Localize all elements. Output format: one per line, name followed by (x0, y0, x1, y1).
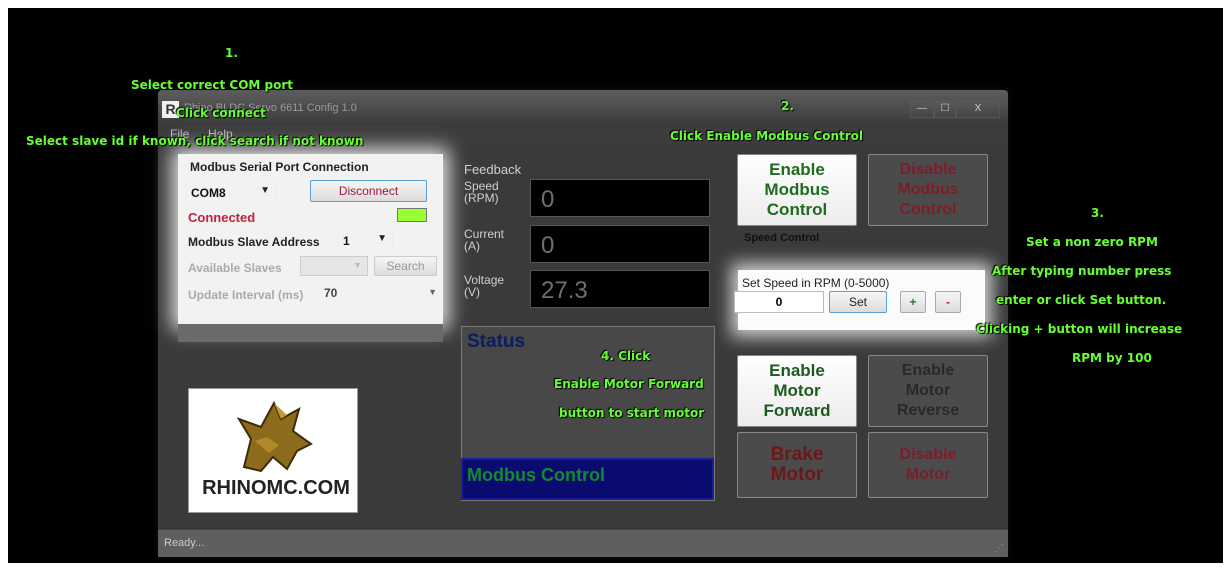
motor-forward-line2: Motor (773, 381, 821, 400)
logo-text: RHINOMC.COM (202, 477, 350, 499)
status-title: Status (467, 331, 526, 352)
annotation-step3-line5: RPM by 100 (1072, 351, 1152, 365)
current-display: 0 (530, 225, 710, 263)
enable-motor-reverse-button[interactable]: Enable Motor Reverse (868, 355, 988, 427)
annotation-step2-number: 2. (781, 99, 794, 113)
status-bar: Ready... ⋰ (158, 529, 1008, 557)
logo-box: RHINOMC.COM (188, 388, 358, 513)
speed-control-header: Speed Control (744, 232, 820, 244)
speed-display: 0 (530, 179, 710, 217)
motor-reverse-line3: Reverse (896, 402, 960, 419)
voltage-display: 27.3 (530, 270, 710, 308)
chevron-down-icon: ▼ (377, 233, 387, 244)
slave-address-select[interactable]: 1 ▼ (338, 231, 393, 251)
chevron-down-icon: ▼ (428, 287, 437, 297)
annotation-step3-line4: Clicking + button will increase (976, 322, 1183, 336)
disable-modbus-control-button[interactable]: Disable Modbus Control (868, 154, 988, 226)
maximize-button[interactable]: ☐ (934, 100, 956, 118)
set-label: Set (848, 295, 867, 309)
annotation-step2-line1: Click Enable Modbus Control (670, 129, 863, 143)
annotation-step1-line2: Click connect (176, 106, 266, 120)
com-port-value: COM8 (191, 186, 226, 200)
annotation-step1-line1: Select correct COM port (131, 78, 294, 92)
minimize-icon: — (917, 103, 927, 114)
voltage-label: Voltage (V) (464, 274, 504, 298)
brake-motor-line1: Brake (770, 444, 824, 465)
disable-motor-button[interactable]: Disable Motor (868, 432, 988, 498)
minimize-button[interactable]: — (910, 100, 934, 118)
disable-modbus-line3: Control (899, 201, 957, 218)
plus-button[interactable]: + (900, 291, 926, 313)
enable-motor-forward-button[interactable]: Enable Motor Forward (737, 355, 857, 427)
annotation-step1-line3: Select slave id if known, click search i… (26, 134, 364, 148)
annotation-step3-line3: enter or click Set button. (996, 293, 1167, 307)
connection-panel-footer (178, 324, 443, 342)
brake-motor-line2: Motor (770, 464, 824, 485)
enable-modbus-line1: Enable (769, 160, 825, 179)
search-label: Search (386, 259, 425, 273)
screenshot-background: R Rhino BLDC Servo 6611 Config 1.0 — ☐ X… (8, 8, 1223, 563)
enable-modbus-line3: Control (766, 200, 828, 219)
annotation-step3-number: 3. (1091, 206, 1104, 220)
status-bar-text: Ready... (164, 537, 205, 549)
enable-modbus-control-button[interactable]: Enable Modbus Control (737, 154, 857, 226)
disable-motor-line1: Disable (899, 446, 957, 463)
connection-status: Connected (188, 210, 256, 225)
motor-forward-line1: Enable (769, 361, 825, 380)
voltage-label-line2: (V) (464, 285, 480, 299)
disable-modbus-line1: Disable (899, 161, 957, 178)
rhino-icon (236, 400, 313, 473)
minus-label: - (946, 295, 950, 309)
brake-motor-button[interactable]: Brake Motor (737, 432, 857, 498)
close-icon: X (974, 103, 982, 114)
available-slaves-select[interactable]: ▼ (300, 256, 368, 276)
speed-input[interactable]: 0 (734, 291, 824, 313)
motor-reverse-line1: Enable (901, 362, 955, 379)
feedback-header: Feedback (464, 162, 522, 177)
update-interval-select[interactable]: 70 ▼ (318, 284, 440, 304)
annotation-step3-line2: After typing number press (992, 264, 1172, 278)
disable-modbus-line2: Modbus (897, 181, 959, 198)
speed-label: Speed (RPM) (464, 180, 499, 204)
close-button[interactable]: X (956, 100, 1000, 118)
motor-reverse-line2: Motor (905, 382, 951, 399)
control-mode-label: Modbus Control (461, 458, 714, 500)
connection-indicator (397, 208, 427, 222)
motor-forward-line3: Forward (763, 401, 831, 420)
maximize-icon: ☐ (940, 103, 950, 114)
current-label-line2: (A) (464, 239, 480, 253)
title-bar[interactable]: R Rhino BLDC Servo 6611 Config 1.0 — ☐ X (158, 90, 1008, 124)
connection-header: Modbus Serial Port Connection (190, 160, 369, 174)
enable-modbus-line2: Modbus (764, 180, 830, 199)
available-slaves-label: Available Slaves (188, 261, 282, 275)
annotation-step4-line3: button to start motor (559, 406, 705, 420)
disconnect-button[interactable]: Disconnect (310, 180, 427, 202)
speed-label-line2: (RPM) (464, 191, 499, 205)
chevron-down-icon: ▼ (353, 260, 362, 270)
slave-address-value: 1 (343, 234, 350, 248)
annotation-step4-line1: 4. Click (601, 349, 651, 363)
set-button[interactable]: Set (829, 291, 887, 313)
resize-grip-icon[interactable]: ⋰ (994, 543, 1004, 554)
current-label: Current (A) (464, 228, 504, 252)
update-interval-label: Update Interval (ms) (188, 288, 304, 302)
disable-motor-line2: Motor (905, 466, 951, 483)
annotation-step1-number: 1. (225, 46, 238, 60)
update-interval-value: 70 (324, 286, 338, 300)
annotation-step3-line1: Set a non zero RPM (1026, 235, 1158, 249)
plus-label: + (909, 295, 917, 309)
com-port-select[interactable]: COM8 ▼ (186, 183, 276, 203)
annotation-step4-line2: Enable Motor Forward (554, 377, 704, 391)
minus-button[interactable]: - (935, 291, 961, 313)
disconnect-label: Disconnect (338, 184, 399, 198)
chevron-down-icon: ▼ (260, 185, 270, 196)
search-button[interactable]: Search (374, 256, 437, 276)
set-speed-label: Set Speed in RPM (0-5000) (742, 276, 890, 290)
slave-address-label: Modbus Slave Address (188, 235, 320, 249)
